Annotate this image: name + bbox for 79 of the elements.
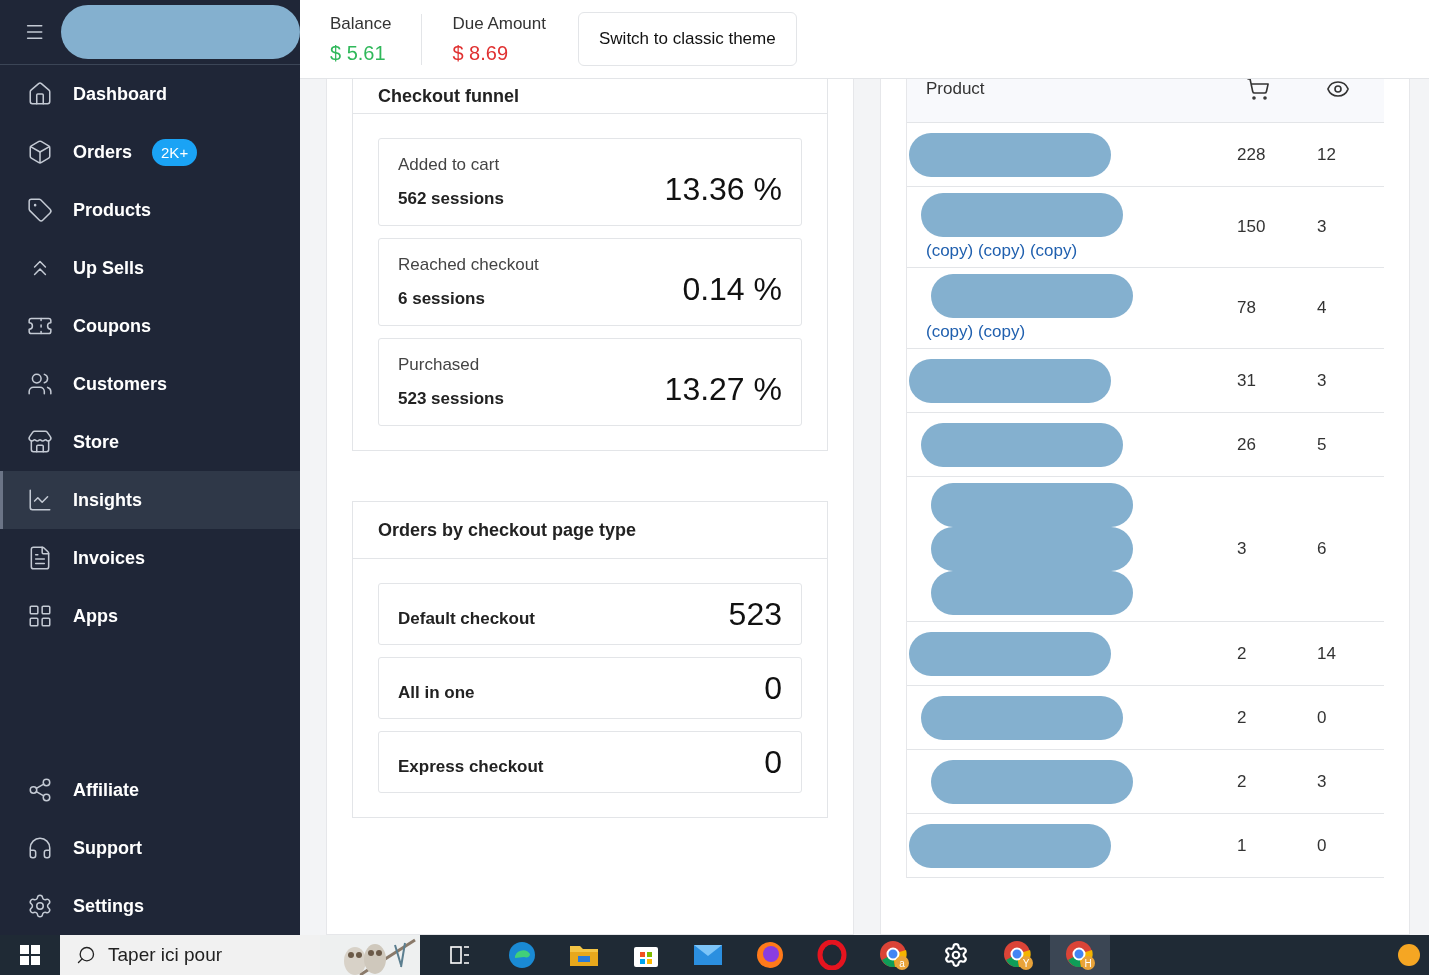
sidebar-item[interactable]: Customers (0, 355, 300, 413)
table-cell-text: 228 (1237, 144, 1267, 165)
table-cell-text: 31 (1237, 370, 1257, 391)
checkout-type-label: All in one (398, 682, 475, 703)
house-icon (27, 81, 53, 107)
search-icon (76, 945, 96, 965)
session-count: 523 sessions (398, 389, 504, 409)
sidebar-item[interactable]: Insights (0, 471, 300, 529)
count-badge: 2K+ (152, 138, 198, 166)
table-cell-text: 12 (1317, 144, 1337, 165)
stat-label: Due Amount (452, 13, 546, 34)
store-icon (27, 429, 53, 455)
table-cell-text: 1 (1237, 835, 1248, 856)
theme-button[interactable]: Switch to classic theme (578, 12, 797, 66)
table-cell-text: 3 (1237, 539, 1248, 559)
table-cell-text: 0 (1317, 835, 1328, 856)
sidebar-item[interactable]: Dashboard (0, 65, 300, 123)
box-icon (27, 139, 53, 165)
step-percent: 13.36 % (664, 169, 782, 208)
session-count: 562 sessions (398, 189, 504, 209)
card-title: Orders by checkout page type (353, 502, 827, 559)
grid-icon (27, 603, 53, 629)
step-percent: 0.14 % (682, 269, 782, 308)
mail-icon (693, 943, 723, 967)
table-cell-text: 2 (1237, 771, 1248, 792)
checkout-type-count: 0 (764, 743, 782, 781)
users-icon (27, 371, 53, 397)
table-cell-text: 78 (1237, 298, 1257, 318)
sidebar-item[interactable]: Apps (0, 587, 300, 645)
stat-value: $ 8.69 (452, 41, 510, 65)
stat-value: $ 5.61 (330, 41, 387, 65)
cart-icon (1246, 79, 1270, 101)
settings-icon (943, 942, 969, 968)
table-cell-text: 3 (1317, 217, 1328, 237)
table-cell-text: 14 (1317, 643, 1337, 664)
stat-label: Balance (330, 13, 392, 34)
step-label: Reached checkout (398, 255, 539, 275)
table-cell-text: 150 (1237, 217, 1267, 237)
table-cell-text: 2 (1237, 643, 1248, 664)
sidebar-item[interactable]: Up Sells (0, 239, 300, 297)
table-cell-text: 26 (1237, 434, 1257, 455)
product-link[interactable]: (copy) (copy) (copy) (909, 241, 1237, 261)
tag-icon (27, 197, 53, 223)
browser-icon (507, 940, 537, 970)
step-label: Added to cart (398, 155, 501, 175)
step-percent: 13.27 % (664, 369, 782, 408)
table-cell-text: 3 (1317, 370, 1328, 391)
sidebar-item[interactable]: Store (0, 413, 300, 471)
product-link[interactable]: (copy) (copy) (909, 322, 1237, 342)
headphones-icon (27, 835, 53, 861)
sidebar-item[interactable]: Coupons (0, 297, 300, 355)
checkout-type-label: Default checkout (398, 608, 535, 629)
table-cell-text: 5 (1317, 434, 1328, 455)
sidebar-item[interactable]: Support (0, 819, 300, 877)
table-cell-text: 4 (1317, 298, 1328, 318)
browser-icon (755, 940, 785, 970)
windows-icon (20, 945, 40, 965)
table-cell-text: 0 (1317, 707, 1328, 728)
step-label: Purchased (398, 355, 481, 375)
share-icon (27, 777, 53, 803)
settings-icon (27, 893, 53, 919)
checkout-type-count: 0 (764, 669, 782, 707)
sidebar-item[interactable]: Invoices (0, 529, 300, 587)
table-cell-text: 6 (1317, 539, 1328, 559)
sidebar-item[interactable]: Settings (0, 877, 300, 935)
checkout-type-label: Express checkout (398, 756, 544, 777)
checkout-type-count: 523 (728, 595, 782, 633)
task-view-icon (449, 944, 471, 966)
column-header: Product (926, 79, 986, 99)
table-cell-text: 2 (1237, 707, 1248, 728)
browser-icon (817, 940, 847, 970)
card-title: Checkout funnel (353, 79, 827, 114)
session-count: 6 sessions (398, 289, 486, 309)
sidebar-item[interactable]: Orders 2K+ (0, 123, 300, 181)
sidebar-item[interactable]: Affiliate (0, 761, 300, 819)
table-cell-text: 3 (1317, 771, 1328, 792)
sidebar-item[interactable]: Products (0, 181, 300, 239)
line-chart-icon (27, 487, 53, 513)
weather-icon (1397, 943, 1421, 967)
